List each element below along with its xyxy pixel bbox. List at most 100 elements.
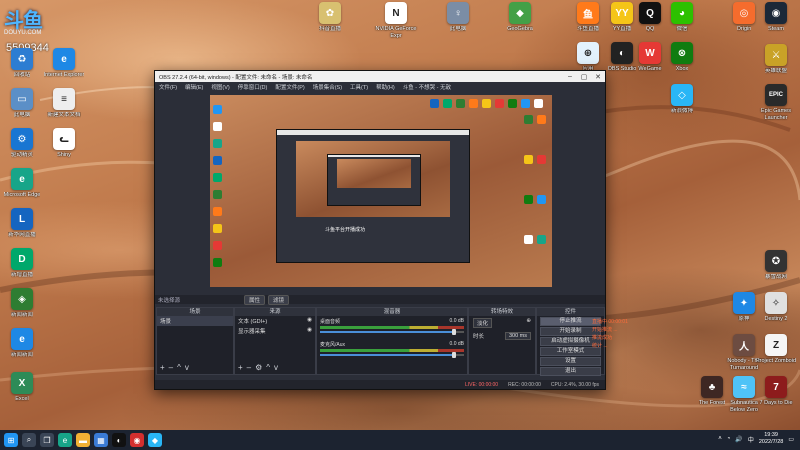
source-controls[interactable]: +–⚙^v bbox=[238, 363, 282, 372]
shortcut-label: Microsoft Edge bbox=[3, 192, 41, 198]
menu-item[interactable]: 工具(T) bbox=[350, 83, 368, 91]
shortcut-label: Steam bbox=[768, 26, 784, 32]
desktop-shortcut[interactable]: ⚔ 英雄联盟 bbox=[754, 44, 798, 75]
task-view-icon[interactable]: ❐ bbox=[40, 433, 54, 447]
nvidia-icon: N bbox=[385, 2, 407, 24]
close-icon[interactable]: ✕ bbox=[591, 73, 605, 81]
preview-shortcut-icon bbox=[213, 122, 222, 131]
duration-field[interactable]: 300 ms bbox=[504, 332, 531, 340]
shortcut-label: Origin bbox=[736, 26, 752, 32]
shortcut-label: 抖音直播 bbox=[318, 26, 341, 32]
minimize-icon[interactable]: – bbox=[563, 73, 577, 80]
shortcut-label: WeGame bbox=[638, 66, 662, 72]
shortcut-label: Project Zomboid bbox=[755, 358, 797, 364]
input-language[interactable]: 中 bbox=[748, 435, 754, 444]
desktop-shortcut[interactable]: ᓚ Shiny bbox=[42, 128, 86, 159]
log-line: 直播中 00:00:01 bbox=[592, 319, 628, 325]
desktop-shortcut[interactable]: ✧ Destiny 2 bbox=[754, 292, 798, 323]
desktop-shortcut[interactable]: e Microsoft Edge bbox=[0, 168, 44, 199]
desktop-shortcut[interactable]: ◉ Steam bbox=[754, 2, 798, 33]
desktop-shortcut[interactable]: ♻ 回收站 bbox=[0, 48, 44, 79]
desktop-shortcut[interactable]: X Excel bbox=[0, 372, 44, 403]
desktop-shortcut[interactable]: ≡ 新建文本文档 bbox=[42, 88, 86, 119]
desktop-shortcut[interactable]: ✪ 暴雪战网 bbox=[754, 250, 798, 281]
menu-item[interactable]: 斗鱼 - 不想哭 - 无敌 bbox=[403, 83, 451, 91]
shortcut-label: 回收站 bbox=[13, 72, 31, 78]
desktop-shortcut[interactable]: D 新增直播 bbox=[0, 248, 44, 279]
preview-shortcut-icon bbox=[213, 258, 222, 267]
app-icon: D bbox=[11, 248, 33, 270]
menu-item[interactable]: 配置文件(P) bbox=[275, 83, 304, 91]
add-transition-icon[interactable]: ⊕ bbox=[526, 318, 531, 328]
desktop-shortcut[interactable]: EPIC Epic Games Launcher bbox=[754, 84, 798, 121]
menu-item[interactable]: 编辑(E) bbox=[185, 83, 203, 91]
filters-button[interactable]: 滤镜 bbox=[268, 294, 290, 305]
control-button[interactable]: 设置 bbox=[540, 357, 601, 366]
obs-menubar: 文件(F) 编辑(E) 视图(V) 停靠窗口(D) 配置文件(P) 场景集合(S) 工具(T… bbox=[155, 82, 605, 92]
desktop-shortcut[interactable]: ⚙ 驱动精灵 bbox=[0, 128, 44, 159]
app-icon[interactable]: ◉ bbox=[130, 433, 144, 447]
clock[interactable]: 19:39 2022/7/28 bbox=[759, 432, 783, 446]
desktop-shortcut[interactable]: e Internet Explorer bbox=[42, 48, 86, 79]
desktop-shortcut[interactable]: L 新华网直播 bbox=[0, 208, 44, 239]
desktop-shortcut[interactable]: ◆ GeoGebra bbox=[498, 2, 542, 33]
desktop-shortcut[interactable]: Z Project Zomboid bbox=[754, 334, 798, 365]
system-tray[interactable]: ˄ ◔ 🔊 中 19:39 2022/7/28 ▭ bbox=[718, 432, 794, 446]
menu-item[interactable]: 视图(V) bbox=[211, 83, 229, 91]
volume-icon[interactable]: 🔊 bbox=[735, 436, 742, 443]
explorer-icon[interactable]: ▬ bbox=[76, 433, 90, 447]
preview-shortcut-icon bbox=[213, 224, 222, 233]
notification-icon[interactable]: ▭ bbox=[788, 436, 794, 443]
obs-titlebar[interactable]: OBS 27.2.4 (64-bit, windows) - 配置文件: 未命名… bbox=[155, 71, 605, 82]
desktop: 斗鱼 DOUYU.COM 5509344 ♻回收站eInternet Explo… bbox=[0, 0, 800, 430]
store-icon[interactable]: ▦ bbox=[94, 433, 108, 447]
shortcut-label: 原神 bbox=[738, 316, 750, 322]
source-item[interactable]: 文本 (GDI+) ◉ bbox=[235, 316, 315, 326]
live-status: LIVE: 00:00:00 bbox=[465, 381, 499, 388]
scene-controls[interactable]: +–^v bbox=[160, 363, 193, 372]
obs-icon[interactable]: ◐ bbox=[112, 433, 126, 447]
desktop-shortcut[interactable]: 7 7 Days to Die bbox=[754, 376, 798, 407]
eye-icon[interactable]: ◉ bbox=[307, 327, 312, 335]
desktop-shortcut[interactable]: ◕ 微信 bbox=[660, 2, 704, 33]
desktop-shortcut[interactable]: e 新闻新闻 bbox=[0, 328, 44, 359]
shortcut-label: 新闻新闻 bbox=[10, 352, 33, 358]
control-button[interactable]: 退出 bbox=[540, 367, 601, 376]
volume-slider[interactable] bbox=[320, 352, 464, 358]
desktop-shortcut[interactable]: ♀ 此电脑 bbox=[436, 2, 480, 33]
desktop-shortcut[interactable]: ◇ 新浪微博 bbox=[660, 84, 704, 115]
chevron-up-icon[interactable]: ˄ bbox=[718, 436, 722, 442]
obs-preview[interactable]: 斗鱼平台开播成功 bbox=[210, 95, 552, 287]
scene-item[interactable]: 场景 bbox=[157, 316, 233, 326]
shortcut-label: 新增直播 bbox=[10, 272, 33, 278]
desktop-shortcut[interactable]: ◈ 新闻新闻 bbox=[0, 288, 44, 319]
preview-shortcut-icon bbox=[524, 235, 533, 244]
menu-item[interactable]: 场景集合(S) bbox=[313, 83, 342, 91]
preview-shortcut-icon bbox=[521, 99, 530, 108]
edge-icon[interactable]: e bbox=[58, 433, 72, 447]
desktop-shortcut[interactable]: N NVIDIA GeForce Expr bbox=[374, 2, 418, 39]
desktop-shortcut[interactable]: ✿ 抖音直播 bbox=[308, 2, 352, 33]
maximize-icon[interactable]: ▢ bbox=[577, 73, 591, 81]
windows-start-icon[interactable]: ⊞ bbox=[4, 433, 18, 447]
preview-shortcut-icon bbox=[537, 155, 546, 164]
preview-shortcut-icon bbox=[524, 155, 533, 164]
network-icon[interactable]: ◔ bbox=[727, 436, 731, 442]
shortcut-label: 此电脑 bbox=[13, 112, 31, 118]
search-icon[interactable]: ⌕ bbox=[22, 433, 36, 447]
eye-icon[interactable]: ◉ bbox=[307, 317, 312, 325]
preview-shortcut-icon bbox=[537, 235, 546, 244]
menu-item[interactable]: 停靠窗口(D) bbox=[238, 83, 268, 91]
menu-item[interactable]: 帮助(H) bbox=[376, 83, 395, 91]
app-icon[interactable]: ◆ bbox=[148, 433, 162, 447]
menu-item[interactable]: 文件(F) bbox=[159, 83, 177, 91]
obs-window[interactable]: OBS 27.2.4 (64-bit, windows) - 配置文件: 未命名… bbox=[154, 70, 606, 390]
transition-select[interactable]: 淡化 bbox=[473, 318, 493, 328]
properties-button[interactable]: 属性 bbox=[244, 294, 266, 305]
source-item[interactable]: 显示器采集 ◉ bbox=[235, 326, 315, 336]
nested-caption: 斗鱼平台开播成功 bbox=[325, 227, 366, 233]
desktop-shortcut[interactable]: ▭ 此电脑 bbox=[0, 88, 44, 119]
desktop-shortcut[interactable]: ⊗ Xbox bbox=[660, 42, 704, 73]
volume-slider[interactable] bbox=[320, 329, 464, 335]
shortcut-label: Shiny bbox=[57, 152, 71, 158]
